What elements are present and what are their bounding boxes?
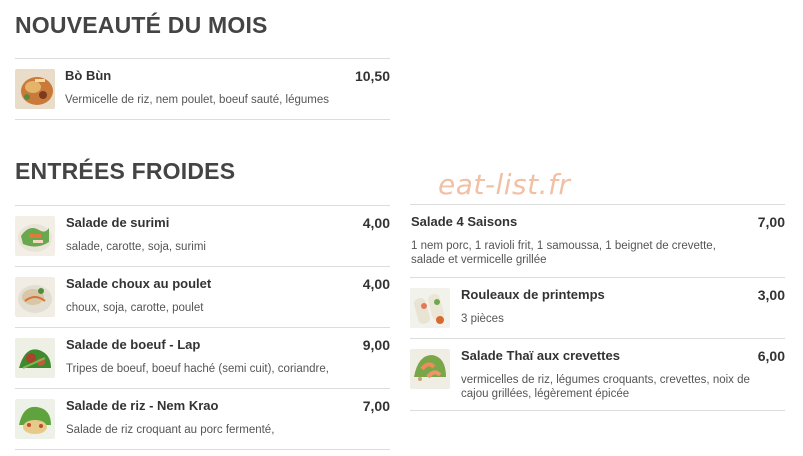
item-price: 10,50: [354, 68, 390, 84]
menu-item-bo-bun[interactable]: Bò Bùn 10,50 Vermicelle de riz, nem poul…: [15, 58, 390, 120]
item-name: Bò Bùn: [65, 68, 112, 83]
item-name: Salade de riz - Nem Krao: [66, 398, 219, 413]
rice-salad-photo: [15, 399, 55, 439]
watermark-logo: eat-list.fr: [438, 168, 571, 201]
item-description: 1 nem porc, 1 ravioli frit, 1 samoussa, …: [411, 240, 716, 266]
entrees-left-list: Salade de surimi 4,00 salade, carotte, s…: [15, 205, 390, 450]
item-price: 7,00: [362, 398, 390, 414]
nouveaute-list: Bò Bùn 10,50 Vermicelle de riz, nem poul…: [15, 58, 390, 120]
item-description: Tripes de boeuf, boeuf haché (semi cuit)…: [66, 363, 329, 375]
menu-item-salade-surimi[interactable]: Salade de surimi 4,00 salade, carotte, s…: [15, 205, 390, 266]
section-title-entrees: ENTRÉES FROIDES: [15, 158, 236, 184]
entrees-right-list: Salade 4 Saisons 7,00 1 nem porc, 1 ravi…: [410, 204, 785, 411]
item-name: Salade de boeuf - Lap: [66, 337, 201, 352]
beef-lap-salad-photo: [15, 338, 55, 378]
item-name: Salade de surimi: [66, 215, 170, 230]
menu-item-salade-riz-nem-krao[interactable]: Salade de riz - Nem Krao 7,00 Salade de …: [15, 388, 390, 450]
item-price: 6,00: [757, 348, 785, 364]
item-description: salade, carotte, soja, surimi: [66, 241, 206, 253]
cabbage-chicken-salad-photo: [15, 277, 55, 317]
item-name: Salade 4 Saisons: [411, 214, 518, 229]
menu-item-salade-4-saisons[interactable]: Salade 4 Saisons 7,00 1 nem porc, 1 ravi…: [410, 204, 785, 277]
menu-item-salade-thai-crevettes[interactable]: Salade Thaï aux crevettes 6,00 vermicell…: [410, 338, 785, 411]
item-description: Vermicelle de riz, nem poulet, boeuf sau…: [65, 94, 330, 106]
item-price: 4,00: [362, 215, 390, 231]
item-description: choux, soja, carotte, poulet: [66, 302, 204, 314]
item-price: 7,00: [757, 214, 785, 230]
item-description: 3 pièces: [461, 313, 504, 325]
section-title-nouveaute: NOUVEAUTÉ DU MOIS: [15, 12, 268, 38]
item-price: 9,00: [362, 337, 390, 353]
item-name: Rouleaux de printemps: [461, 287, 605, 302]
bo-bun-photo: [15, 69, 55, 109]
item-price: 3,00: [757, 287, 785, 303]
item-name: Salade choux au poulet: [66, 276, 212, 291]
salad-surimi-photo: [15, 216, 55, 256]
menu-item-salade-boeuf-lap[interactable]: Salade de boeuf - Lap 9,00 Tripes de boe…: [15, 327, 390, 388]
thai-shrimp-salad-photo: [410, 349, 450, 389]
menu-item-rouleaux-printemps[interactable]: Rouleaux de printemps 3,00 3 pièces: [410, 277, 785, 338]
item-name: Salade Thaï aux crevettes: [461, 348, 620, 363]
spring-rolls-photo: [410, 288, 450, 328]
item-description: Salade de riz croquant au porc fermenté,: [66, 424, 275, 436]
menu-item-salade-choux-poulet[interactable]: Salade choux au poulet 4,00 choux, soja,…: [15, 266, 390, 327]
item-description: vermicelles de riz, légumes croquants, c…: [461, 374, 750, 400]
item-price: 4,00: [362, 276, 390, 292]
